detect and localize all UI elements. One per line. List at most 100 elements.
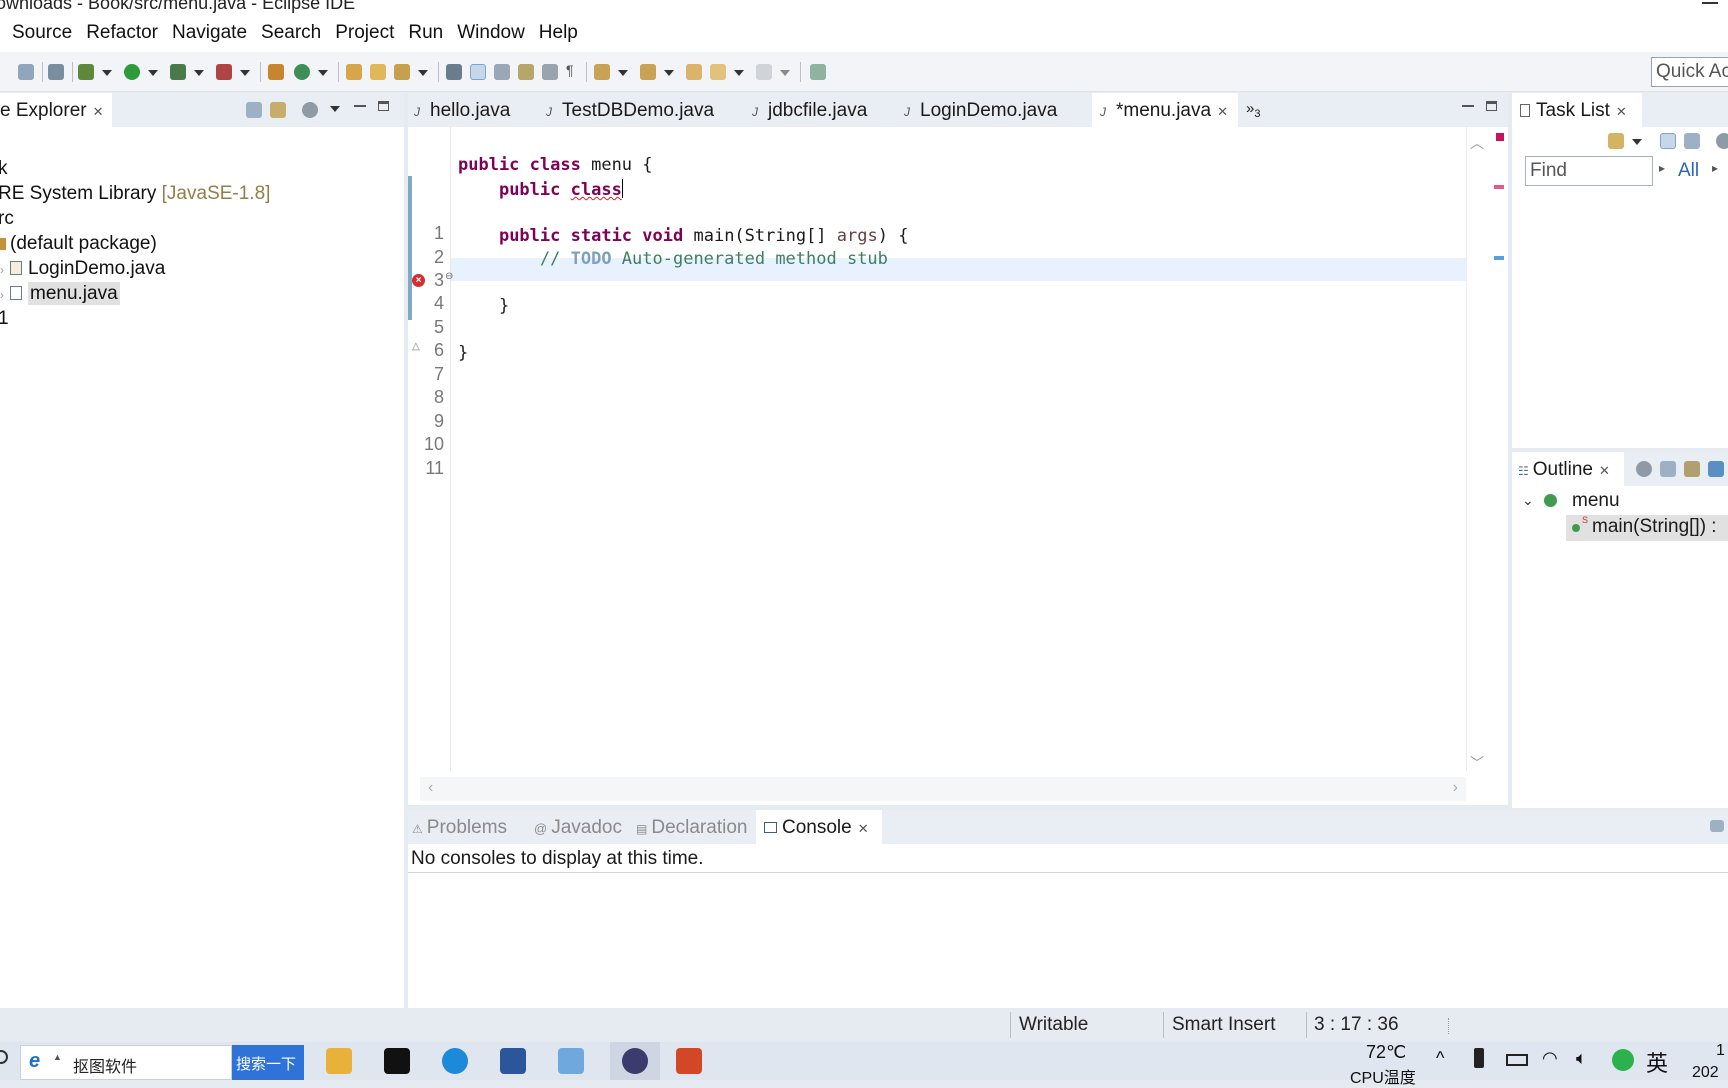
task-overview-mark[interactable] <box>1494 256 1504 260</box>
outline-method-row[interactable]: S main(String[]) : <box>1566 515 1728 541</box>
collapse-all-icon[interactable] <box>1660 461 1676 477</box>
tree-item-jre-library[interactable]: RE System Library [JavaSE-1.8] <box>0 183 270 205</box>
focus-task-icon[interactable] <box>302 102 318 118</box>
maximize-view-icon[interactable] <box>378 101 389 111</box>
menu-run[interactable]: Run <box>408 22 443 44</box>
tree-item-menu-java[interactable]: › menu.java <box>0 282 120 305</box>
tab-problems[interactable]: ⚠ Problems <box>408 810 515 844</box>
previous-annotation-dropdown-icon[interactable] <box>664 70 674 76</box>
new-dropdown-icon[interactable] <box>318 70 328 76</box>
clock-date[interactable]: 202 <box>1692 1064 1719 1082</box>
close-icon[interactable]: ✕ <box>858 821 869 836</box>
word-icon[interactable] <box>500 1048 526 1074</box>
quick-access-input[interactable]: Quick Ac <box>1651 57 1728 87</box>
block-selection-icon[interactable] <box>494 64 510 80</box>
tree-item-default-package[interactable]: (default package) <box>0 233 157 255</box>
tab-menu-java[interactable]: J *menu.java ✕ <box>1092 93 1238 127</box>
horizontal-scrollbar[interactable]: ‹ › <box>420 777 1466 801</box>
new-java-project-icon[interactable] <box>268 64 284 80</box>
code-line-10[interactable]: } <box>458 343 468 363</box>
tab-task-list[interactable]: Task List ✕ <box>1512 93 1642 127</box>
new-task-icon[interactable] <box>1608 133 1624 149</box>
skip-breakpoints-icon[interactable] <box>48 64 64 80</box>
tab-declaration[interactable]: ▤ Declaration <box>628 810 755 844</box>
ime-language[interactable]: 英 <box>1646 1046 1668 1078</box>
run-icon[interactable] <box>124 64 140 80</box>
next-annotation-icon[interactable] <box>594 64 610 80</box>
run-dropdown-icon[interactable] <box>148 70 158 76</box>
capcut-icon[interactable] <box>384 1048 410 1074</box>
scroll-up-icon[interactable]: ︿ <box>1470 133 1484 153</box>
back-dropdown-icon[interactable] <box>734 70 744 76</box>
scroll-right-icon[interactable]: › <box>1453 779 1458 797</box>
open-type-icon[interactable] <box>346 64 362 80</box>
open-folder-icon[interactable] <box>370 64 386 80</box>
error-overview-icon[interactable] <box>1496 133 1504 141</box>
code-line-3[interactable]: public class <box>458 179 623 200</box>
save-icon[interactable] <box>18 64 34 80</box>
back-icon[interactable] <box>710 64 726 80</box>
scroll-left-icon[interactable]: ‹ <box>428 779 433 797</box>
phone-icon[interactable] <box>1474 1048 1484 1068</box>
focus-workweek-icon[interactable] <box>1716 133 1728 149</box>
coverage-icon[interactable] <box>170 64 186 80</box>
debug-icon[interactable] <box>78 64 94 80</box>
focus-active-task-icon[interactable] <box>1636 461 1652 477</box>
collapse-all-icon[interactable] <box>246 102 262 118</box>
clock-time[interactable]: 1 <box>1716 1042 1725 1060</box>
coverage-dropdown-icon[interactable] <box>194 70 204 76</box>
word-wrap-icon[interactable] <box>542 64 558 80</box>
eclipse-icon[interactable] <box>622 1048 648 1074</box>
tab-console[interactable]: Console ✕ <box>756 810 882 844</box>
tab-overflow-button[interactable]: »3 <box>1246 93 1260 127</box>
input-method-icon[interactable] <box>1612 1049 1634 1071</box>
fold-minus-icon[interactable]: ⊖ <box>445 271 453 282</box>
code-line-6[interactable]: // TODO Auto-generated method stub <box>458 249 888 269</box>
previous-annotation-icon[interactable] <box>640 64 656 80</box>
menu-navigate[interactable]: Navigate <box>172 22 247 44</box>
search-icon[interactable] <box>0 1050 8 1064</box>
battery-icon[interactable] <box>1506 1054 1528 1066</box>
expand-arrow-icon[interactable]: › <box>0 288 4 302</box>
error-marker-icon[interactable]: × <box>412 274 425 287</box>
pilcrow-icon[interactable]: ¶ <box>566 62 582 78</box>
tree-item-src[interactable]: rc <box>0 208 14 230</box>
file-explorer-icon[interactable] <box>326 1048 352 1074</box>
chevron-down-icon[interactable]: ⌄ <box>1522 492 1534 509</box>
outline-class-name[interactable]: menu <box>1572 490 1620 512</box>
maximize-editor-icon[interactable] <box>1486 101 1497 111</box>
new-class-icon[interactable] <box>294 64 310 80</box>
taskbar-search-button[interactable]: 搜索一下 <box>232 1045 304 1080</box>
tree-item-project[interactable]: k <box>0 158 8 180</box>
categorized-icon[interactable] <box>1660 133 1676 149</box>
wifi-icon[interactable]: ◠ <box>1542 1048 1558 1069</box>
forward-icon[interactable] <box>756 64 772 80</box>
search-dropdown-icon[interactable] <box>418 70 428 76</box>
code-line-5[interactable]: public static void main(String[] args) { <box>458 226 909 246</box>
close-icon[interactable]: ✕ <box>1217 104 1228 119</box>
close-icon[interactable]: ✕ <box>1599 463 1610 478</box>
close-icon[interactable]: ✕ <box>93 104 104 119</box>
tab-logindemo-java[interactable]: J LoginDemo.java <box>904 93 1057 127</box>
error-overview-mark[interactable] <box>1494 185 1504 189</box>
view-menu-icon[interactable] <box>330 106 340 112</box>
debug-dropdown-icon[interactable] <box>102 70 112 76</box>
close-icon[interactable]: ✕ <box>1616 104 1627 119</box>
scroll-down-icon[interactable]: ﹀ <box>1470 753 1484 773</box>
mark-occurrences-icon[interactable] <box>470 64 486 80</box>
last-edit-icon[interactable] <box>686 64 702 80</box>
tab-testdbdemo-java[interactable]: J TestDBDemo.java <box>546 93 714 127</box>
expand-arrow-icon[interactable]: › <box>0 263 4 277</box>
minimize-view-icon[interactable] <box>354 105 366 107</box>
tab-outline[interactable]: ☷ Outline ✕ <box>1512 452 1624 486</box>
task-find-input[interactable]: Find <box>1525 156 1653 186</box>
menu-help[interactable]: Help <box>539 22 578 44</box>
taskbar-search-box[interactable]: e ▲ 抠图软件 <box>20 1045 232 1080</box>
hide-fields-icon[interactable] <box>1708 461 1724 477</box>
minimize-editor-icon[interactable] <box>1462 105 1474 107</box>
status-insert-mode[interactable]: Smart Insert <box>1172 1014 1275 1036</box>
link-with-editor-icon[interactable] <box>270 102 286 118</box>
scheduled-icon[interactable] <box>1684 133 1700 149</box>
overview-ruler[interactable] <box>1466 127 1508 771</box>
open-perspective-icon[interactable] <box>810 64 826 80</box>
